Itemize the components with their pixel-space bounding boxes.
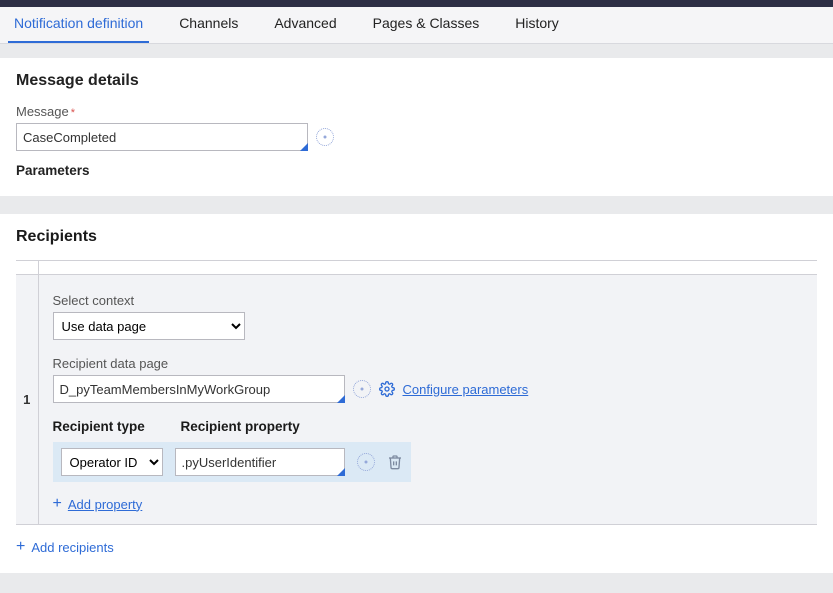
tab-history[interactable]: History — [509, 7, 565, 43]
tab-notification-definition[interactable]: Notification definition — [8, 7, 149, 43]
gear-icon[interactable] — [379, 381, 395, 397]
tab-pages-classes[interactable]: Pages & Classes — [367, 7, 486, 43]
recipients-panel: Recipients 1 Select conte — [0, 214, 833, 573]
plus-icon: + — [16, 539, 25, 555]
required-star-icon: * — [71, 107, 75, 119]
target-icon[interactable] — [316, 128, 334, 146]
tab-advanced[interactable]: Advanced — [268, 7, 342, 43]
select-context-dropdown[interactable]: Use data page — [53, 312, 245, 340]
target-icon[interactable] — [357, 453, 375, 471]
recipients-table: 1 Select context Use data page — [16, 260, 817, 525]
configure-parameters-link[interactable]: Configure parameters — [403, 382, 529, 397]
plus-icon: + — [53, 496, 62, 512]
table-header-index — [16, 261, 38, 275]
row-index: 1 — [16, 275, 38, 525]
trash-icon[interactable] — [387, 453, 403, 471]
recipients-row: 1 Select context Use data page — [16, 275, 817, 525]
app-header-bar — [0, 0, 833, 7]
column-header-recipient-type: Recipient type — [53, 419, 161, 434]
property-row: Operator ID — [53, 442, 411, 482]
target-icon[interactable] — [353, 380, 371, 398]
recipient-property-input[interactable] — [175, 448, 345, 476]
recipient-type-dropdown[interactable]: Operator ID — [61, 448, 163, 476]
select-context-label: Select context — [53, 293, 804, 308]
tabs-bar: Notification definition Channels Advance… — [0, 7, 833, 44]
parameters-label: Parameters — [16, 163, 817, 178]
message-field-label: Message* — [16, 104, 817, 119]
add-property-link[interactable]: + Add property — [53, 496, 143, 512]
recipient-data-page-input[interactable] — [53, 375, 345, 403]
message-details-title: Message details — [16, 72, 817, 90]
table-header-blank — [38, 261, 817, 275]
add-recipients-link[interactable]: + Add recipients — [16, 539, 114, 555]
message-details-panel: Message details Message* Parameters — [0, 58, 833, 196]
recipient-data-page-label: Recipient data page — [53, 356, 804, 371]
message-input[interactable] — [16, 123, 308, 151]
column-header-recipient-property: Recipient property — [181, 419, 300, 434]
tab-channels[interactable]: Channels — [173, 7, 244, 43]
recipients-title: Recipients — [0, 228, 833, 260]
